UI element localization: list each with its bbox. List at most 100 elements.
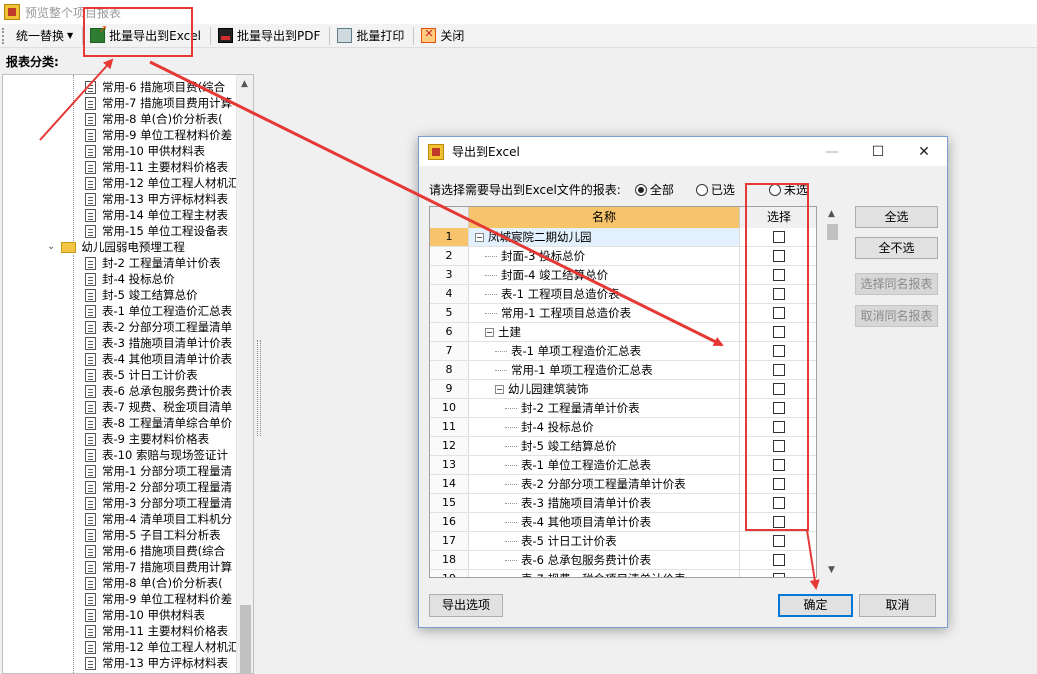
row-name-label: 封-2 工程量清单计价表	[521, 401, 640, 415]
tree-item[interactable]: 表-4 其他项目清单计价表	[85, 351, 232, 367]
tree-item[interactable]: 表-9 主要材料价格表	[85, 431, 209, 447]
row-select-checkbox[interactable]	[773, 554, 785, 566]
cancel-button[interactable]: 取消	[859, 594, 936, 617]
collapse-toggle-icon[interactable]: −	[495, 385, 504, 394]
row-number: 9	[430, 380, 469, 398]
row-number: 7	[430, 342, 469, 360]
row-select-checkbox[interactable]	[773, 573, 785, 577]
close-icon[interactable]: ✕	[901, 137, 947, 166]
tree-item-label: 表-5 计日工计价表	[102, 368, 198, 382]
tree-item[interactable]: 表-2 分部分项工程量清单	[85, 319, 232, 335]
maximize-icon[interactable]: ☐	[855, 137, 901, 166]
tree-item[interactable]: 常用-2 分部分项工程量清	[85, 479, 232, 495]
grid-scroll-thumb[interactable]	[827, 224, 838, 240]
tree-item[interactable]: 常用-15 单位工程设备表	[85, 223, 228, 239]
radio-selected-label: 已选	[710, 183, 735, 197]
tree-item[interactable]: 表-5 计日工计价表	[85, 367, 198, 383]
cancel-same-name-button[interactable]: 取消同名报表	[855, 305, 938, 327]
tree-item[interactable]: 常用-5 子目工料分析表	[85, 527, 221, 543]
scroll-down-icon[interactable]: ▼	[828, 565, 835, 575]
tree-item[interactable]: 常用-11 主要材料价格表	[85, 623, 228, 639]
export-pdf-button[interactable]: 批量导出到PDF	[214, 26, 324, 46]
replace-button[interactable]: 统一替换 ▼	[12, 26, 77, 46]
tree-item[interactable]: 常用-8 单(合)价分析表(	[85, 111, 223, 127]
radio-all[interactable]: 全部	[634, 181, 674, 198]
grid-scrollbar[interactable]: ▲ ▼	[824, 206, 841, 578]
tree-item[interactable]: 常用-1 分部分项工程量清	[85, 463, 232, 479]
tree-item[interactable]: 常用-9 单位工程材料价差	[85, 591, 232, 607]
tree-item[interactable]: 封-5 竣工结算总价	[85, 287, 198, 303]
report-document-icon	[85, 208, 96, 222]
tree-item[interactable]: 常用-8 单(合)价分析表(	[85, 575, 223, 591]
chevron-down-icon: ▼	[67, 31, 74, 40]
tree-item[interactable]: 常用-11 主要材料价格表	[85, 159, 228, 175]
tree-item[interactable]: 表-6 总承包服务费计价表	[85, 383, 232, 399]
print-button[interactable]: 批量打印	[333, 26, 408, 46]
tree-item[interactable]: 常用-7 措施项目费用计算	[85, 95, 232, 111]
column-header-name[interactable]: 名称	[469, 207, 740, 228]
tree-item[interactable]: 表-8 工程量清单综合单价	[85, 415, 232, 431]
chevron-down-icon[interactable]: ⌄	[47, 239, 55, 255]
pdf-icon	[217, 28, 233, 43]
tree-item[interactable]: 常用-14 单位工程主材表	[85, 207, 228, 223]
tree-item[interactable]: 表-3 措施项目清单计价表	[85, 335, 232, 351]
tree-item[interactable]: 常用-13 甲方评标材料表	[85, 191, 228, 207]
select-all-button[interactable]: 全选	[855, 206, 938, 228]
tree-item[interactable]: 常用-9 单位工程材料价差	[85, 127, 232, 143]
grid-row[interactable]: 18 表-6 总承包服务费计价表	[430, 551, 816, 570]
tree-item[interactable]: 常用-10 甲供材料表	[85, 607, 205, 623]
row-name-cell: 表-1 单项工程造价汇总表	[469, 342, 740, 360]
export-options-button[interactable]: 导出选项	[429, 594, 503, 617]
select-same-name-button[interactable]: 选择同名报表	[855, 273, 938, 295]
select-none-button[interactable]: 全不选	[855, 237, 938, 259]
tree-item[interactable]: 常用-6 措施项目费(综合	[85, 79, 225, 95]
tree-item[interactable]: 常用-4 清单项目工料机分	[85, 511, 232, 527]
ok-button[interactable]: 确定	[778, 594, 853, 617]
collapse-toggle-icon[interactable]: −	[485, 328, 494, 337]
dialog-titlebar: 导出到Excel — ☐ ✕	[419, 137, 947, 166]
tree-scroll-thumb[interactable]	[240, 605, 251, 673]
row-name-label: 表-7 规费、税金项目清单计价表	[521, 572, 686, 577]
tree-item[interactable]: 封-4 投标总价	[85, 271, 175, 287]
tree-item-label: 常用-3 分部分项工程量清	[102, 496, 233, 510]
tree-item[interactable]: 常用-7 措施项目费用计算	[85, 559, 232, 575]
panel-splitter[interactable]	[257, 340, 261, 436]
close-button[interactable]: 关闭	[417, 26, 468, 46]
scroll-up-icon[interactable]: ▲	[241, 79, 248, 89]
tree-item[interactable]: 常用-3 分部分项工程量清	[85, 495, 232, 511]
tree-scrollbar[interactable]: ▲	[236, 75, 253, 673]
tree-item[interactable]: 常用-12 单位工程人材机汇	[85, 175, 239, 191]
scroll-up-icon[interactable]: ▲	[828, 209, 835, 219]
minimize-icon[interactable]: —	[809, 137, 855, 166]
tree-item[interactable]: 常用-12 单位工程人材机汇	[85, 639, 239, 655]
tree-item[interactable]: 常用-13 甲方评标材料表	[85, 655, 228, 671]
row-number: 1	[430, 228, 469, 246]
grid-row[interactable]: 17 表-5 计日工计价表	[430, 532, 816, 551]
row-number: 12	[430, 437, 469, 455]
report-document-icon	[85, 160, 96, 174]
radio-selected[interactable]: 已选	[695, 181, 735, 198]
report-document-icon	[85, 592, 96, 606]
row-name-cell: − 幼儿园建筑装饰	[469, 380, 740, 398]
row-name-label: 常用-1 单项工程造价汇总表	[511, 363, 653, 377]
row-name-label: 表-1 单项工程造价汇总表	[511, 344, 642, 358]
tree-item[interactable]: 常用-10 甲供材料表	[85, 143, 205, 159]
printer-icon	[337, 28, 353, 43]
row-name-cell: 表-5 计日工计价表	[469, 532, 740, 550]
tree-connector	[505, 465, 517, 466]
tree-item[interactable]: 常用-6 措施项目费(综合	[85, 543, 225, 559]
tree-item[interactable]: 表-7 规费、税金项目清单	[85, 399, 232, 415]
row-select-checkbox[interactable]	[773, 535, 785, 547]
tree-item[interactable]: 表-10 索赔与现场签证计	[85, 447, 228, 463]
report-document-icon	[85, 256, 96, 270]
toolbar-separator	[413, 26, 415, 45]
grid-row[interactable]: 19 表-7 规费、税金项目清单计价表	[430, 570, 816, 577]
report-tree[interactable]: 常用-6 措施项目费(综合 常用-7 措施项目费用计算 常用-8 单(合)价分析表(…	[2, 74, 254, 674]
toolbar-grip[interactable]	[2, 27, 6, 44]
tree-item[interactable]: 封-2 工程量清单计价表	[85, 255, 221, 271]
tree-item[interactable]: 表-1 单位工程造价汇总表	[85, 303, 232, 319]
row-name-cell: 表-3 措施项目清单计价表	[469, 494, 740, 512]
row-name-label: 封面-4 竣工结算总价	[501, 268, 609, 282]
collapse-toggle-icon[interactable]: −	[475, 233, 484, 242]
tree-folder-item[interactable]: ⌄ 幼儿园弱电预埋工程	[47, 239, 185, 255]
